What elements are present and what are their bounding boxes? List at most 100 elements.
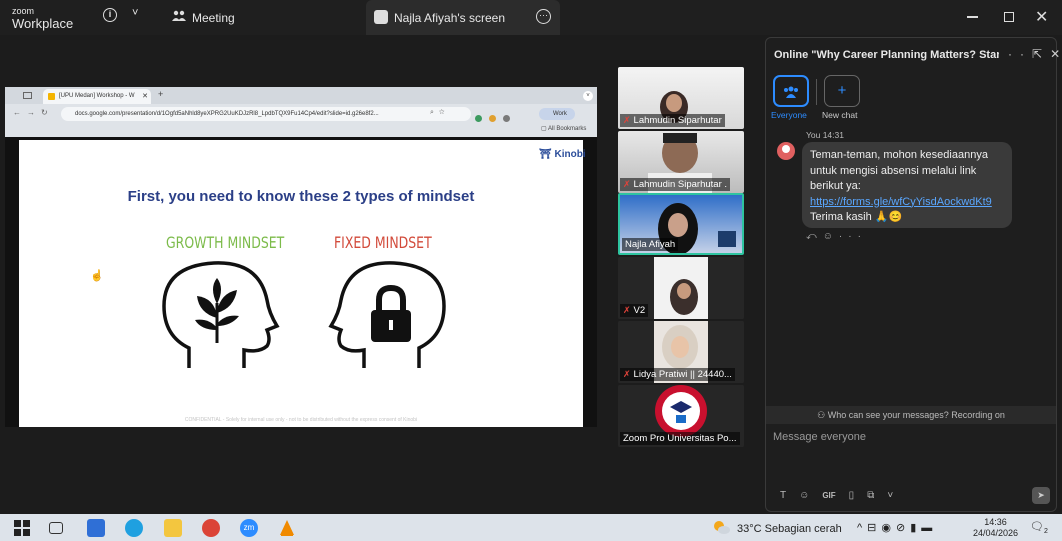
clock-time: 14:36 <box>984 517 1007 527</box>
emoji-icon[interactable]: ☺ <box>799 490 809 501</box>
participant-name: ✗ Lidya Pratiwi || 24440... <box>620 368 735 381</box>
edge-icon[interactable] <box>125 519 143 537</box>
restore-button[interactable] <box>1004 12 1014 22</box>
kinobi-brand-label: Kinobi <box>554 149 586 160</box>
message-line: Teman-teman, mohon kesediaannya <box>810 149 988 161</box>
chevron-up-icon[interactable]: ^ <box>857 522 867 534</box>
emoji-react-icon[interactable]: ☺ <box>823 231 839 242</box>
compose-toolbar: T ☺ GIF ▯ ⧉ ˅ <box>780 490 906 501</box>
chat-header-icons: ···⇱✕ <box>996 47 1062 61</box>
everyone-label: Everyone <box>771 110 807 120</box>
gif-button[interactable]: GIF <box>822 491 835 500</box>
browser-profile-label: Work <box>553 111 567 117</box>
reply-icon[interactable]: ⤺ <box>806 231 823 242</box>
presentation-slide: ⛩ Kinobi First, you need to know these 2… <box>19 140 586 427</box>
microphone-icon[interactable]: ▮ <box>910 522 921 534</box>
participants-icon <box>172 10 186 21</box>
participant-name: Zoom Pro Universitas Po... <box>620 432 740 445</box>
address-bar-icons: ⌕☆ <box>430 109 450 116</box>
screenshot-icon[interactable]: ⧉ <box>867 490 874 501</box>
system-clock[interactable]: 14:36 24/04/2026 <box>973 517 1018 539</box>
growth-mindset-label: GROWTH MINDSET <box>166 233 285 252</box>
plus-icon: + <box>837 82 847 99</box>
participant-tile[interactable]: ✗ V2 <box>618 257 744 319</box>
group-icon <box>784 86 798 98</box>
shared-screen-tab[interactable]: Najla Afiyah's screen ··· <box>366 0 560 35</box>
sharer-avatar <box>374 10 388 24</box>
location-icon[interactable]: ⊘ <box>896 522 910 534</box>
address-bar: docs.google.com/presentation/d/1Ogfd5aNh… <box>61 107 471 121</box>
confidential-footer: CONFIDENTIAL - Solely for internal use o… <box>184 417 418 423</box>
participant-name: Najla Afiyah <box>622 238 679 251</box>
new-tab-icon: + <box>158 89 164 99</box>
tab-search-icon <box>23 92 32 99</box>
chat-title: Online "Why Career Planning Matters? Sta… <box>774 49 999 61</box>
file-explorer-icon[interactable] <box>164 519 182 537</box>
store-icon[interactable] <box>87 519 105 537</box>
more-options-icon[interactable]: ··· <box>996 47 1032 61</box>
browser-tab: [UPU Medan] Workshop - W ✕ <box>43 89 151 104</box>
info-icon[interactable]: i <box>103 8 117 22</box>
close-chat-icon[interactable]: ✕ <box>1050 47 1062 61</box>
browser-tabstrip: [UPU Medan] Workshop - W ✕ + ˅ <box>5 87 597 104</box>
zoom-taskbar-icon[interactable]: zm <box>240 519 258 537</box>
message-actions: ⤺☺··· <box>806 231 867 242</box>
shared-screen-view: [UPU Medan] Workshop - W ✕ + ˅ ←→↻ docs.… <box>5 87 597 427</box>
chrome-icon[interactable] <box>202 519 220 537</box>
participant-name: ✗ Lahmudin Siparhutar . <box>620 178 731 191</box>
extension-icons <box>475 109 535 122</box>
everyone-button[interactable] <box>773 75 809 107</box>
participant-tile[interactable]: ✗ Lahmudin Siparhutar . <box>618 131 744 193</box>
more-options-icon[interactable]: ··· <box>839 231 867 242</box>
windows-start-icon[interactable] <box>13 519 31 537</box>
message-input[interactable]: Message everyone <box>773 431 866 443</box>
vlc-icon[interactable] <box>278 519 296 537</box>
mouse-cursor-icon: ☝ <box>90 270 104 282</box>
more-options-icon[interactable]: ··· <box>536 9 551 24</box>
pop-out-icon[interactable]: ⇱ <box>1032 47 1050 61</box>
participant-name-text: Lidya Pratiwi || 24440... <box>633 369 732 380</box>
webcam-icon[interactable]: ◉ <box>881 522 896 534</box>
bookmarks-label: All Bookmarks <box>548 126 587 132</box>
minimize-button[interactable] <box>967 16 978 18</box>
meeting-menu-button[interactable]: Meeting <box>172 10 235 25</box>
participant-name-text: V2 <box>633 305 646 316</box>
system-tray: ^⊟◉⊘▮▬ <box>857 521 937 534</box>
fixed-mindset-label: FIXED MINDSET <box>334 233 432 252</box>
participant-tile[interactable]: Zoom Pro Universitas Po... <box>618 385 744 447</box>
muted-mic-icon: ✗ <box>623 115 631 125</box>
close-window-button[interactable]: ✕ <box>1035 7 1048 27</box>
chevron-down-icon[interactable]: ˅ <box>132 7 138 19</box>
chevron-down-icon[interactable]: ˅ <box>887 490 893 501</box>
send-button[interactable]: ➤ <box>1032 487 1050 504</box>
text-format-icon[interactable]: T <box>780 490 786 501</box>
weather-icon <box>714 521 730 534</box>
visibility-notice[interactable]: ⚇ Who can see your messages? Recording o… <box>766 406 1056 424</box>
participant-tile[interactable]: ✗ Lidya Pratiwi || 24440... <box>618 321 744 383</box>
notification-center-icon[interactable]: 🗨2 <box>1030 520 1048 535</box>
participant-tile[interactable]: ✗ Lahmudin Siparhutar <box>618 67 744 129</box>
message-meta: You 14:31 <box>806 130 844 140</box>
message-line: untuk mengisi absensi melalui link <box>810 164 977 177</box>
participant-name-text: Najla Afiyah <box>625 239 676 250</box>
divider <box>816 79 817 105</box>
participant-tile-active-speaker[interactable]: Najla Afiyah <box>618 193 744 255</box>
growth-head-plant-icon <box>162 261 280 368</box>
new-chat-button[interactable]: + <box>824 75 860 107</box>
task-view-icon[interactable] <box>49 522 63 534</box>
weather-widget[interactable]: 33°C Sebagian cerah <box>737 523 842 535</box>
battery-icon[interactable]: ▬ <box>921 522 937 534</box>
chat-message-bubble: Teman-teman, mohon kesediaannya untuk me… <box>802 142 1012 228</box>
slide-title: First, you need to know these 2 types of… <box>127 188 475 205</box>
bookmarks-bar: ▢ All Bookmarks <box>541 126 587 132</box>
visibility-notice-text: Who can see your messages? Recording on <box>827 410 1005 420</box>
zoom-window: zoom Workplace i ˅ Meeting Najla Afiyah'… <box>0 0 1062 541</box>
browser-chrome: [UPU Medan] Workshop - W ✕ + ˅ ←→↻ docs.… <box>5 87 597 137</box>
zoom-workplace-logo: zoom Workplace <box>12 6 73 30</box>
file-icon[interactable]: ▯ <box>849 490 855 501</box>
message-line: Terima kasih 🙏😊 <box>810 211 903 223</box>
network-icon[interactable]: ⊟ <box>867 522 881 534</box>
people-icon: ⚇ <box>817 410 826 420</box>
form-link[interactable]: https://forms.gle/wfCyYisdAockwdKt9 <box>810 195 1012 211</box>
shared-screen-label: Najla Afiyah's screen <box>394 11 506 25</box>
